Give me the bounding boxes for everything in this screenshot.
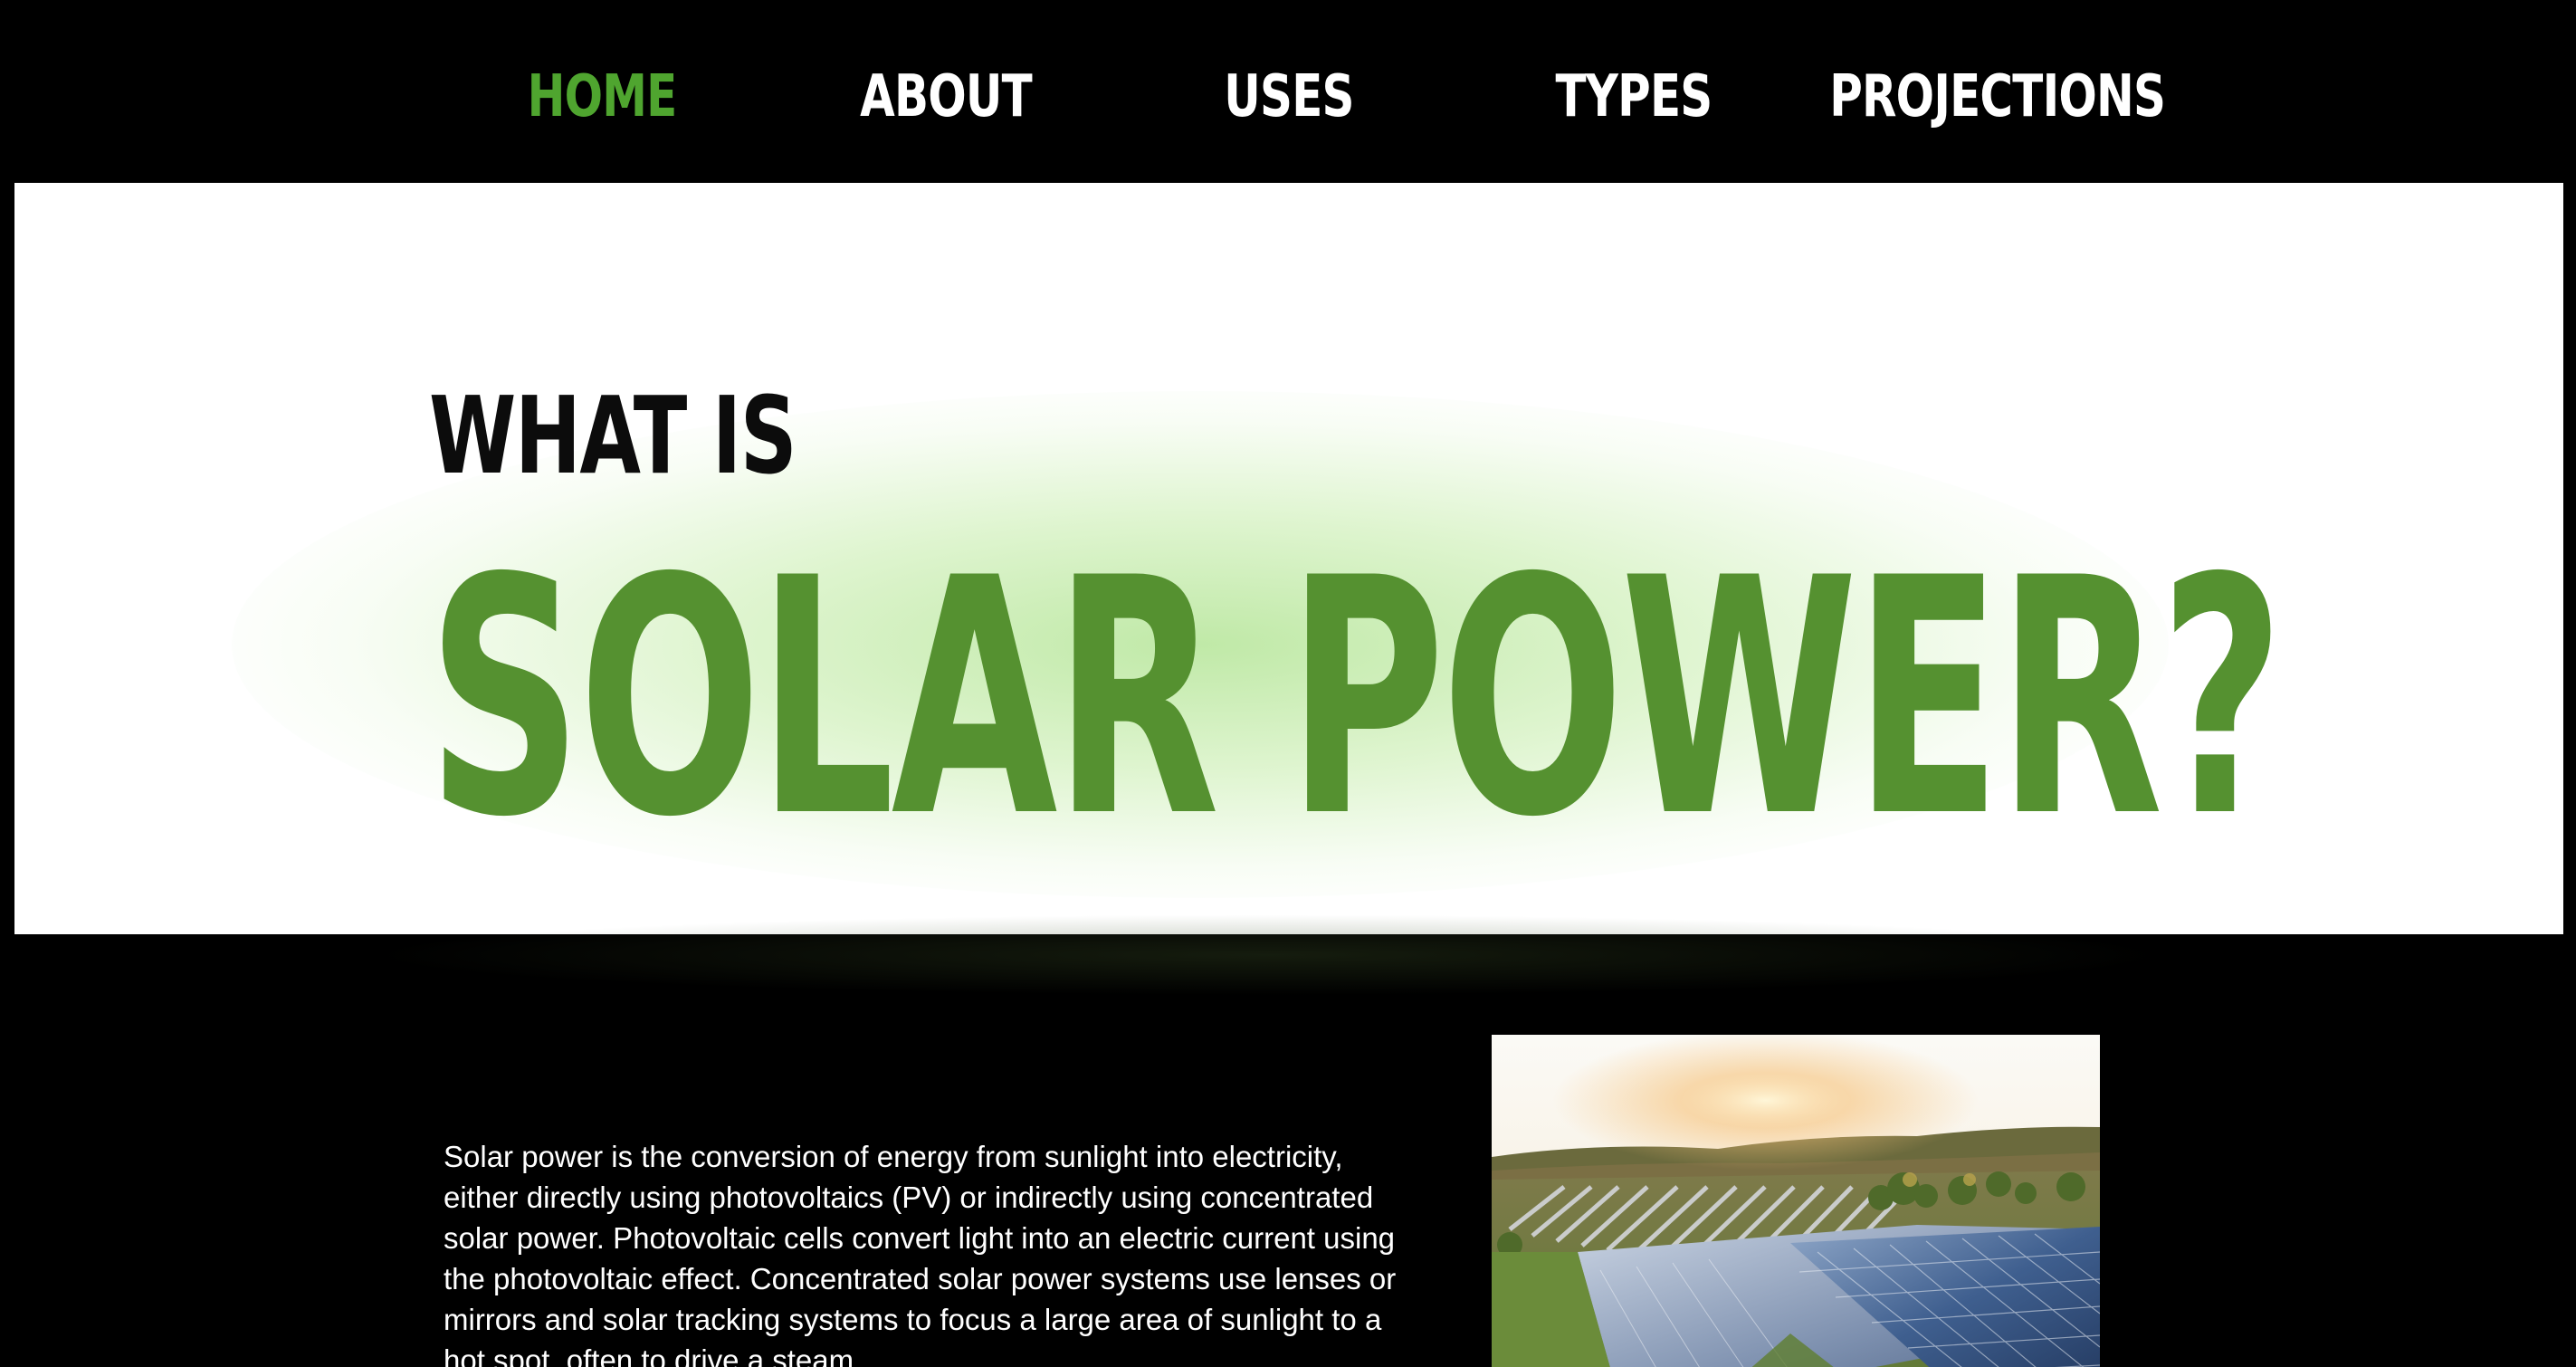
intro-paragraph: Solar power is the conversion of energy …	[444, 1140, 1397, 1367]
nav-item-home[interactable]: HOME	[453, 47, 750, 147]
hero-kicker: WHAT IS	[429, 373, 797, 498]
nav-item-projections[interactable]: PROJECTIONS	[1829, 47, 2166, 147]
nav-item-uses[interactable]: USES	[1140, 47, 1437, 147]
hero-section: WHAT IS SOLAR POWER?	[14, 183, 2563, 934]
nav-item-about[interactable]: ABOUT	[797, 47, 1094, 147]
hero-title: SOLAR POWER?	[427, 509, 2285, 888]
solar-farm-photo	[1492, 1035, 2100, 1367]
main-nav: HOME ABOUT USES TYPES PROJECTIONS	[0, 0, 2576, 183]
section-divider-glow	[362, 914, 2172, 996]
nav-item-types[interactable]: TYPES	[1485, 47, 1782, 147]
